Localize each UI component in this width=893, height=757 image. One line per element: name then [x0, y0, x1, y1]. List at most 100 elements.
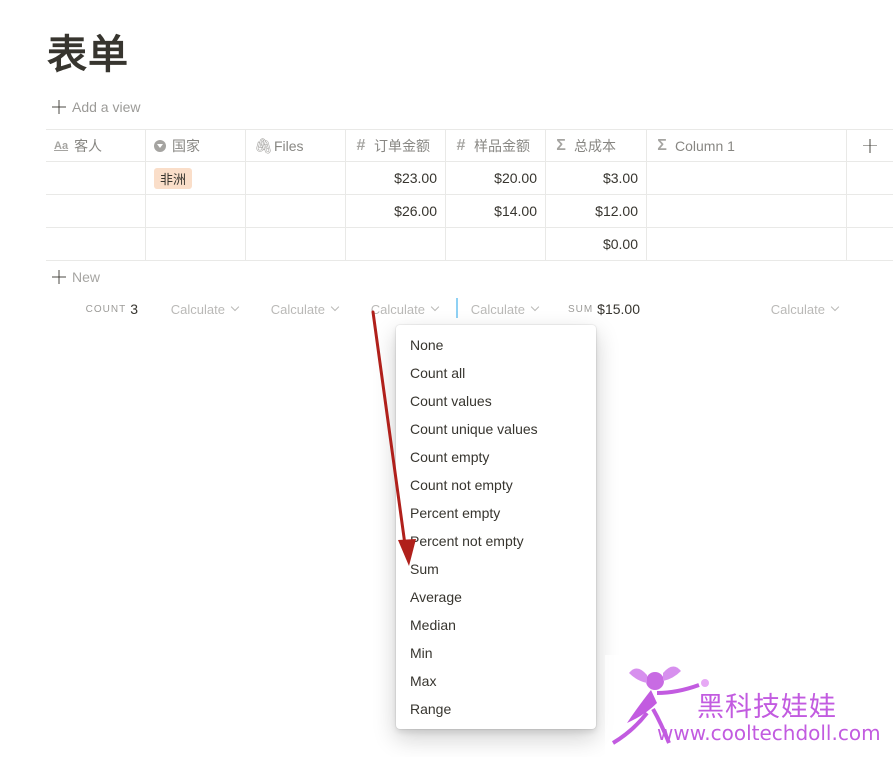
column-header-column-1[interactable]: Σ Column 1 — [647, 130, 847, 161]
watermark-url: www.cooltechdoll.com — [657, 721, 881, 745]
new-row-label: New — [72, 269, 101, 285]
page-title: 表单 — [47, 32, 129, 78]
column-label: Column 1 — [675, 137, 735, 154]
column-header-order-amount[interactable]: # 订单金额 — [346, 130, 446, 161]
calc-sum-total-cost[interactable]: SUM $15.00 — [546, 298, 640, 320]
plus-icon — [863, 138, 877, 153]
calc-dropdown-order-amount[interactable]: Calculate — [346, 298, 440, 320]
cell-guest[interactable] — [46, 195, 146, 227]
calc-count-label: COUNT — [85, 303, 127, 315]
cell-column-1[interactable] — [647, 162, 847, 194]
column-label: 国家 — [172, 137, 200, 154]
cell-files[interactable] — [246, 162, 346, 194]
cell-total-cost[interactable]: $0.00 — [546, 228, 647, 260]
column-label: 样品金额 — [474, 137, 530, 154]
calculation-row: COUNT 3 Calculate Calculate Calculate Ca… — [46, 298, 893, 320]
calc-sum-value: $15.00 — [597, 301, 640, 317]
cell-guest[interactable] — [46, 228, 146, 260]
menu-item-none[interactable]: None — [396, 331, 596, 359]
cell-guest[interactable] — [46, 162, 146, 194]
chevron-down-icon — [530, 302, 540, 312]
table-row[interactable]: $0.00 — [46, 228, 893, 261]
cell-spacer — [847, 162, 893, 194]
calc-dropdown-country[interactable]: Calculate — [146, 298, 240, 320]
menu-item-average[interactable]: Average — [396, 583, 596, 611]
column-header-sample-amount[interactable]: # 样品金额 — [446, 130, 546, 161]
calculate-label: Calculate — [470, 301, 525, 317]
calculate-label: Calculate — [170, 301, 225, 317]
cell-total-cost[interactable]: $3.00 — [546, 162, 647, 194]
cell-files[interactable] — [246, 195, 346, 227]
column-header-files[interactable]: 🖇 Files — [246, 130, 346, 161]
menu-item-sum[interactable]: Sum — [396, 555, 596, 583]
add-view-button[interactable]: Add a view — [52, 96, 140, 118]
text-property-icon: Aa — [54, 139, 69, 152]
cell-order-amount[interactable]: $23.00 — [346, 162, 446, 194]
add-column-button[interactable] — [847, 130, 893, 161]
calculate-dropdown-menu: None Count all Count values Count unique… — [396, 325, 596, 729]
new-row-button[interactable]: New — [52, 266, 100, 288]
calc-count-guest[interactable]: COUNT 3 — [46, 298, 138, 320]
calc-dropdown-sample-amount[interactable]: Calculate — [446, 298, 540, 320]
cell-sample-amount[interactable]: $20.00 — [446, 162, 546, 194]
column-label: 总成本 — [574, 137, 616, 154]
column-label: Files — [274, 137, 304, 154]
cell-spacer — [847, 195, 893, 227]
cell-files[interactable] — [246, 228, 346, 260]
number-property-icon: # — [356, 136, 366, 154]
column-header-total-cost[interactable]: Σ 总成本 — [546, 130, 647, 161]
cell-country[interactable] — [146, 195, 246, 227]
watermark: 黑科技娃娃 www.cooltechdoll.com — [605, 655, 881, 757]
cell-column-1[interactable] — [647, 195, 847, 227]
column-label: 客人 — [74, 137, 103, 154]
cell-country[interactable]: 非洲 — [146, 162, 246, 194]
plus-icon — [52, 270, 66, 284]
cell-spacer — [847, 228, 893, 260]
menu-item-max[interactable]: Max — [396, 667, 596, 695]
column-header-guest[interactable]: Aa 客人 — [46, 130, 146, 161]
cell-total-cost[interactable]: $12.00 — [546, 195, 647, 227]
calculate-label: Calculate — [270, 301, 325, 317]
chevron-down-icon — [430, 302, 440, 312]
text-cursor-highlight — [456, 298, 458, 318]
menu-item-count-values[interactable]: Count values — [396, 387, 596, 415]
plus-icon — [52, 100, 66, 114]
calculate-label: Calculate — [370, 301, 425, 317]
calculate-label: Calculate — [770, 301, 825, 317]
menu-item-min[interactable]: Min — [396, 639, 596, 667]
paperclip-icon: 🖇 — [254, 137, 274, 155]
chevron-down-icon — [830, 302, 840, 312]
database-table: Aa 客人 国家 🖇 Files # 订单金额 # 样品金额 Σ 总成本 Σ C… — [46, 129, 893, 261]
cell-sample-amount[interactable] — [446, 228, 546, 260]
formula-sigma-icon: Σ — [657, 136, 667, 154]
column-header-country[interactable]: 国家 — [146, 130, 246, 161]
cell-order-amount[interactable]: $26.00 — [346, 195, 446, 227]
calc-dropdown-files[interactable]: Calculate — [246, 298, 340, 320]
menu-item-percent-not-empty[interactable]: Percent not empty — [396, 527, 596, 555]
menu-item-count-unique-values[interactable]: Count unique values — [396, 415, 596, 443]
number-property-icon: # — [456, 136, 466, 154]
menu-item-count-not-empty[interactable]: Count not empty — [396, 471, 596, 499]
column-label: 订单金额 — [374, 137, 430, 154]
calc-sum-label: SUM — [567, 303, 594, 315]
add-view-label: Add a view — [72, 99, 141, 115]
menu-item-range[interactable]: Range — [396, 695, 596, 723]
table-header-row: Aa 客人 国家 🖇 Files # 订单金额 # 样品金额 Σ 总成本 Σ C… — [46, 129, 893, 162]
watermark-name: 黑科技娃娃 — [697, 692, 837, 723]
select-property-icon — [154, 139, 166, 152]
calc-dropdown-column-1[interactable]: Calculate — [746, 298, 840, 320]
country-tag: 非洲 — [154, 167, 193, 189]
menu-item-median[interactable]: Median — [396, 611, 596, 639]
cell-column-1[interactable] — [647, 228, 847, 260]
chevron-down-icon — [330, 302, 340, 312]
table-row[interactable]: $26.00 $14.00 $12.00 — [46, 195, 893, 228]
cell-country[interactable] — [146, 228, 246, 260]
cell-order-amount[interactable] — [346, 228, 446, 260]
menu-item-count-all[interactable]: Count all — [396, 359, 596, 387]
formula-sigma-icon: Σ — [556, 136, 566, 154]
cell-sample-amount[interactable]: $14.00 — [446, 195, 546, 227]
menu-item-count-empty[interactable]: Count empty — [396, 443, 596, 471]
table-row[interactable]: 非洲 $23.00 $20.00 $3.00 — [46, 162, 893, 195]
chevron-down-icon — [230, 302, 240, 312]
menu-item-percent-empty[interactable]: Percent empty — [396, 499, 596, 527]
